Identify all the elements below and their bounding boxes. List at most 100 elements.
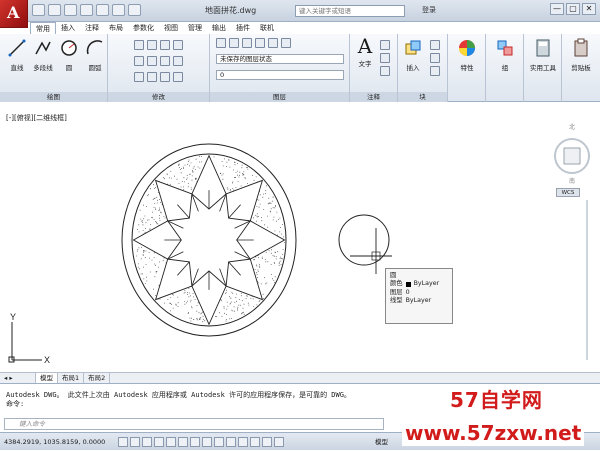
close-button[interactable]: ✕ xyxy=(582,3,596,15)
explode-icon[interactable] xyxy=(173,56,183,66)
tab-manage[interactable]: 管理 xyxy=(183,22,207,34)
tab-insert[interactable]: 插入 xyxy=(56,22,80,34)
dyn-icon[interactable] xyxy=(226,437,236,447)
copy-icon[interactable] xyxy=(134,56,144,66)
utilities-tool[interactable]: 实用工具 xyxy=(530,38,556,72)
ortho-icon[interactable] xyxy=(154,437,164,447)
viewcube[interactable]: 北 南 WCS xyxy=(552,118,592,198)
layer-tools-row xyxy=(216,38,291,48)
layer-iso-icon[interactable] xyxy=(281,38,291,48)
edit-block-icon[interactable] xyxy=(430,53,440,63)
maximize-button[interactable]: ▢ xyxy=(566,3,580,15)
tab-home[interactable]: 常用 xyxy=(30,22,56,34)
tab-online[interactable]: 联机 xyxy=(255,22,279,34)
attribute-icon[interactable] xyxy=(430,66,440,76)
minimize-button[interactable]: — xyxy=(550,3,564,15)
open-icon[interactable] xyxy=(48,4,61,16)
move-icon[interactable] xyxy=(134,40,144,50)
tab-output[interactable]: 输出 xyxy=(207,22,231,34)
otrack-icon[interactable] xyxy=(202,437,212,447)
arc-label: 圆弧 xyxy=(82,62,108,72)
viewport-label[interactable]: [-][俯视][二维线框] xyxy=(6,113,67,123)
osnap-icon[interactable] xyxy=(178,437,188,447)
layer-properties-icon[interactable] xyxy=(216,38,226,48)
insert-block-tool[interactable]: 插入 xyxy=(400,38,426,72)
fillet-icon[interactable] xyxy=(160,56,170,66)
tab-plugins[interactable]: 插件 xyxy=(231,22,255,34)
create-block-icon[interactable] xyxy=(430,40,440,50)
groups-tool[interactable]: 组 xyxy=(492,38,518,72)
tab-view[interactable]: 视图 xyxy=(159,22,183,34)
layer-freeze-icon[interactable] xyxy=(242,38,252,48)
polyline-icon xyxy=(33,38,53,58)
leader-icon[interactable] xyxy=(380,53,390,63)
lwt-icon[interactable] xyxy=(238,437,248,447)
rotate-icon[interactable] xyxy=(147,40,157,50)
trim-icon[interactable] xyxy=(160,40,170,50)
layer-match-icon[interactable] xyxy=(268,38,278,48)
layer-off-icon[interactable] xyxy=(229,38,239,48)
draw-panel-title[interactable]: 绘图 xyxy=(0,92,107,102)
ducs-icon[interactable] xyxy=(214,437,224,447)
polyline-tool[interactable]: 多段线 xyxy=(30,38,56,72)
tab-parametric[interactable]: 参数化 xyxy=(128,22,159,34)
saveas-icon[interactable] xyxy=(80,4,93,16)
arc-tool[interactable]: 圆弧 xyxy=(82,38,108,72)
layer-state-dropdown[interactable]: 未保存的图层状态 xyxy=(216,54,344,64)
save-icon[interactable] xyxy=(64,4,77,16)
new-icon[interactable] xyxy=(32,4,45,16)
block-panel-title[interactable]: 块 xyxy=(398,92,447,102)
login-link[interactable]: 登录 xyxy=(422,5,436,15)
scale-icon[interactable] xyxy=(147,72,157,82)
circle-label: 圆 xyxy=(56,62,82,72)
sc-icon[interactable] xyxy=(274,437,284,447)
3dosnap-icon[interactable] xyxy=(190,437,200,447)
modify-panel: 修改 xyxy=(108,34,210,102)
dimension-icon[interactable] xyxy=(380,40,390,50)
current-layer-dropdown[interactable]: 0 xyxy=(216,70,344,80)
block-tools xyxy=(430,40,440,76)
offset-icon[interactable] xyxy=(173,72,183,82)
model-space-button[interactable]: 模型 xyxy=(375,436,388,448)
qp-icon[interactable] xyxy=(262,437,272,447)
circle-tool[interactable]: 圆 xyxy=(56,38,82,72)
wcs-button[interactable]: WCS xyxy=(556,188,580,197)
clipboard-tool[interactable]: 剪贴板 xyxy=(568,38,594,72)
grid-icon[interactable] xyxy=(142,437,152,447)
erase-icon[interactable] xyxy=(173,40,183,50)
text-icon: A xyxy=(355,36,375,56)
command-input[interactable]: 键入命令 xyxy=(4,418,384,430)
tab-layout[interactable]: 布局 xyxy=(104,22,128,34)
modify-panel-title[interactable]: 修改 xyxy=(108,92,209,102)
polar-icon[interactable] xyxy=(166,437,176,447)
stretch-icon[interactable] xyxy=(134,72,144,82)
line-tool[interactable]: 直线 xyxy=(4,38,30,72)
selected-circle[interactable] xyxy=(339,215,389,265)
tab-annotate[interactable]: 注释 xyxy=(80,22,104,34)
snap-icon[interactable] xyxy=(130,437,140,447)
tooltip-key: 颜色 xyxy=(390,280,403,288)
tooltip-key: 线型 xyxy=(390,297,403,305)
mirror-icon[interactable] xyxy=(147,56,157,66)
tab-model[interactable]: 模型 xyxy=(36,373,58,383)
navigation-bar[interactable] xyxy=(582,200,592,360)
infer-icon[interactable] xyxy=(118,437,128,447)
text-tool[interactable]: A 文字 xyxy=(352,36,378,68)
undo-icon[interactable] xyxy=(112,4,125,16)
layout-nav[interactable]: ◂ ▸ xyxy=(0,373,36,383)
drawing-canvas[interactable]: Y X xyxy=(0,102,600,372)
tab-layout2[interactable]: 布局2 xyxy=(84,373,110,383)
tab-layout1[interactable]: 布局1 xyxy=(58,373,84,383)
annotation-panel-title[interactable]: 注释 xyxy=(350,92,397,102)
properties-tool[interactable]: 特性 xyxy=(454,38,480,72)
redo-icon[interactable] xyxy=(128,4,141,16)
search-input[interactable]: 键入关键字或短语 xyxy=(295,5,405,17)
table-icon[interactable] xyxy=(380,66,390,76)
layers-panel-title[interactable]: 图层 xyxy=(210,92,349,102)
layer-lock-icon[interactable] xyxy=(255,38,265,48)
tpy-icon[interactable] xyxy=(250,437,260,447)
app-logo[interactable]: A xyxy=(0,0,28,28)
plot-icon[interactable] xyxy=(96,4,109,16)
clipboard-panel: 剪贴板 xyxy=(562,34,600,102)
array-icon[interactable] xyxy=(160,72,170,82)
